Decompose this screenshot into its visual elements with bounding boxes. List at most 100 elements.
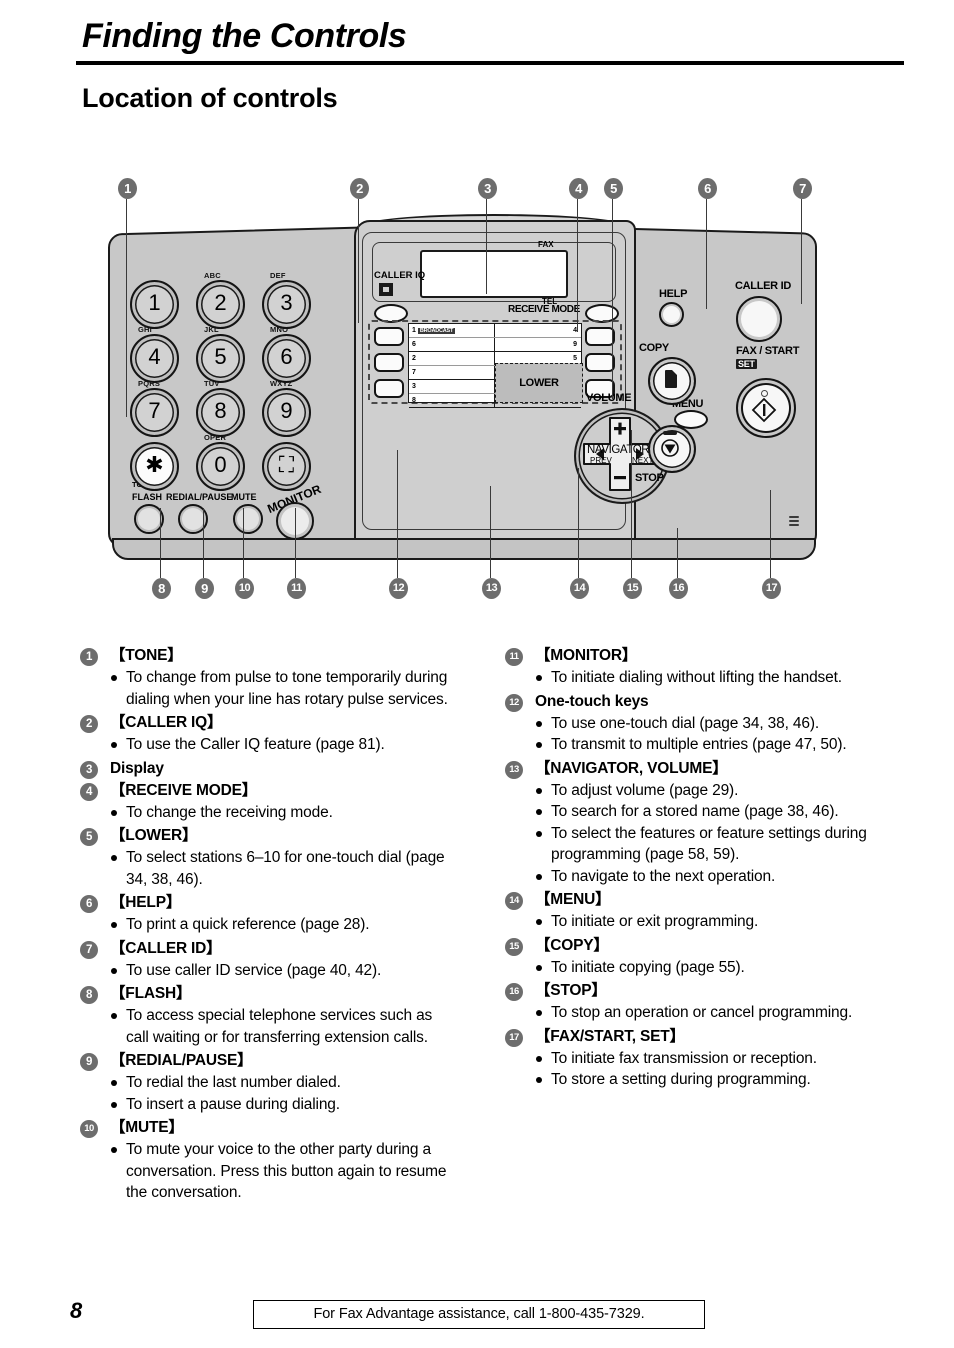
keypad-letters-OPER: OPER <box>204 433 227 442</box>
callout-leader-16 <box>677 528 678 578</box>
control-title-17: 17 【FAX/START, SET】 <box>505 1026 877 1048</box>
dial-keypad[interactable]: 1 ABC 2 DEF 3 GHI 4 JKL 5 MNO 6 PQRS 7 TUV 8 WXYZ 9 ✱ OPER… <box>130 271 328 491</box>
control-bullet-list: To change the receiving mode. <box>80 802 452 824</box>
control-title-text: 【CALLER IQ】 <box>110 714 223 731</box>
fax-start-label: FAX / START <box>736 345 800 357</box>
callout-11: 11 <box>287 578 306 599</box>
dial-key-MNO-6[interactable]: 6 <box>262 334 311 383</box>
control-bullet-item: To transmit to multiple entries (page 47… <box>535 734 877 756</box>
callout-leader-5 <box>612 199 613 399</box>
callout-8: 8 <box>152 578 171 599</box>
one-touch-station-right: 9 <box>573 341 577 348</box>
lower-key-label: LOWER <box>495 363 583 403</box>
control-title-6: 6 【HELP】 <box>80 892 452 914</box>
callout-leader-6 <box>706 199 707 309</box>
help-button[interactable] <box>659 302 684 327</box>
one-touch-station-left: 6 <box>409 338 495 351</box>
control-bullet-item: To initiate dialing without lifting the … <box>535 667 877 689</box>
callout-leader-17 <box>770 490 771 578</box>
control-title-9: 9 【REDIAL/PAUSE】 <box>80 1050 452 1072</box>
callout-13: 13 <box>482 578 501 599</box>
callout-leader-11 <box>295 508 296 578</box>
volume-label: VOLUME <box>586 392 632 404</box>
control-title-text: 【RECEIVE MODE】 <box>110 781 258 799</box>
control-bullet-item: To select the features or feature settin… <box>535 823 877 866</box>
mute-button[interactable] <box>233 504 263 534</box>
control-title-13: 13 【NAVIGATOR, VOLUME】 <box>505 758 877 780</box>
one-touch-station-left: 7 <box>409 366 495 379</box>
callout-leader-10 <box>243 508 244 578</box>
dial-key-DEF-3[interactable]: 3 <box>262 280 311 329</box>
page-number: 8 <box>70 1298 83 1323</box>
one-touch-row[interactable]: 6 9 <box>409 338 581 352</box>
control-description-5: 5 【LOWER】 To select stations 6–10 for one-… <box>80 825 452 890</box>
callout-leader-12 <box>397 450 398 578</box>
callout-14: 14 <box>570 578 589 599</box>
control-description-2: 2 【CALLER IQ】 To use the Caller IQ feature… <box>80 712 452 756</box>
dial-key-PQRS-7[interactable]: 7 <box>130 388 179 437</box>
page-header: Finding the Controls <box>76 17 904 66</box>
control-title-text: One-touch keys <box>535 692 649 710</box>
control-title-11: 11 【MONITOR】 <box>505 645 877 667</box>
control-title-15: 15 【COPY】 <box>505 935 877 957</box>
control-number-badge: 14 <box>505 892 523 910</box>
control-bullet-list: To print a quick reference (page 28). <box>80 914 452 936</box>
one-touch-button-right-1[interactable] <box>585 327 615 346</box>
callout-15: 15 <box>623 578 642 599</box>
dial-key-star[interactable]: ✱ <box>130 442 179 491</box>
redial-pause-label: REDIAL/PAUSE <box>166 492 233 502</box>
control-title-text: 【STOP】 <box>535 982 607 999</box>
keypad-letters-WXYZ: WXYZ <box>270 379 293 388</box>
control-title-14: 14 【MENU】 <box>505 889 877 911</box>
copy-label: COPY <box>639 342 669 354</box>
navigator-label: NAVIGATOR <box>587 444 650 456</box>
callout-3: 3 <box>478 178 497 199</box>
dial-key-hash[interactable]: ⛶ <box>262 442 311 491</box>
dial-key-GHI-4[interactable]: 4 <box>130 334 179 383</box>
dial-key-OPER-0[interactable]: 0 <box>196 442 245 491</box>
callout-leader-4 <box>577 199 578 332</box>
keypad-letters-MNO: MNO <box>270 325 289 334</box>
section-title: Location of controls <box>82 83 338 113</box>
one-touch-row[interactable]: 1 BROADCAST 4 <box>409 324 581 338</box>
control-bullet-item: To adjust volume (page 29). <box>535 780 877 802</box>
dial-key-ABC-2[interactable]: 2 <box>196 280 245 329</box>
broadcast-tag: BROADCAST <box>417 328 456 334</box>
callout-leader-1 <box>126 199 127 417</box>
one-touch-button-left-2[interactable] <box>374 353 404 372</box>
control-bullet-item: To initiate or exit programming. <box>535 911 877 933</box>
fax-machine-illustration: 1 ABC 2 DEF 3 GHI 4 JKL 5 MNO 6 PQRS 7 TUV 8 WXYZ 9 ✱ OPER… <box>108 214 817 560</box>
callout-leader-3 <box>486 199 487 294</box>
receive-mode-label: RECEIVE MODE <box>508 304 580 315</box>
control-bullet-list: To access special telephone services suc… <box>80 1005 452 1048</box>
stop-led-icon <box>663 431 677 435</box>
dial-key-1[interactable]: 1 <box>130 280 179 329</box>
control-title-2: 2 【CALLER IQ】 <box>80 712 452 734</box>
control-number-badge: 9 <box>80 1053 98 1071</box>
chapter-title: Finding the Controls <box>82 17 407 55</box>
one-touch-button-left-3[interactable] <box>374 379 404 398</box>
control-title-text: 【MONITOR】 <box>535 647 638 664</box>
control-bullet-list: To change from pulse to tone temporarily… <box>80 667 452 710</box>
control-number-badge: 5 <box>80 828 98 846</box>
dial-key-WXYZ-9[interactable]: 9 <box>262 388 311 437</box>
control-bullet-list: To select stations 6–10 for one-touch di… <box>80 847 452 890</box>
dial-key-TUV-8[interactable]: 8 <box>196 388 245 437</box>
control-title-text: 【MUTE】 <box>110 1119 184 1136</box>
callout-16: 16 <box>669 578 688 599</box>
one-touch-button-left-1[interactable] <box>374 327 404 346</box>
callout-1: 1 <box>118 178 137 199</box>
control-bullet-list: To adjust volume (page 29). To search for… <box>505 780 877 888</box>
one-touch-button-right-2[interactable] <box>585 353 615 372</box>
control-description-15: 15 【COPY】 To initiate copying (page 55). <box>505 935 877 979</box>
dial-key-JKL-5[interactable]: 5 <box>196 334 245 383</box>
control-bullet-item: To insert a pause during dialing. <box>110 1094 452 1116</box>
control-number-badge: 1 <box>80 648 98 666</box>
control-bullet-list: To initiate fax transmission or receptio… <box>505 1048 877 1091</box>
callout-7: 7 <box>793 178 812 199</box>
caller-id-button[interactable] <box>736 296 782 342</box>
control-title-text: 【LOWER】 <box>110 827 198 844</box>
keypad-letters-TUV: TUV <box>204 379 220 388</box>
speaker-grille-icon <box>789 516 799 528</box>
control-number-badge: 13 <box>505 760 523 779</box>
